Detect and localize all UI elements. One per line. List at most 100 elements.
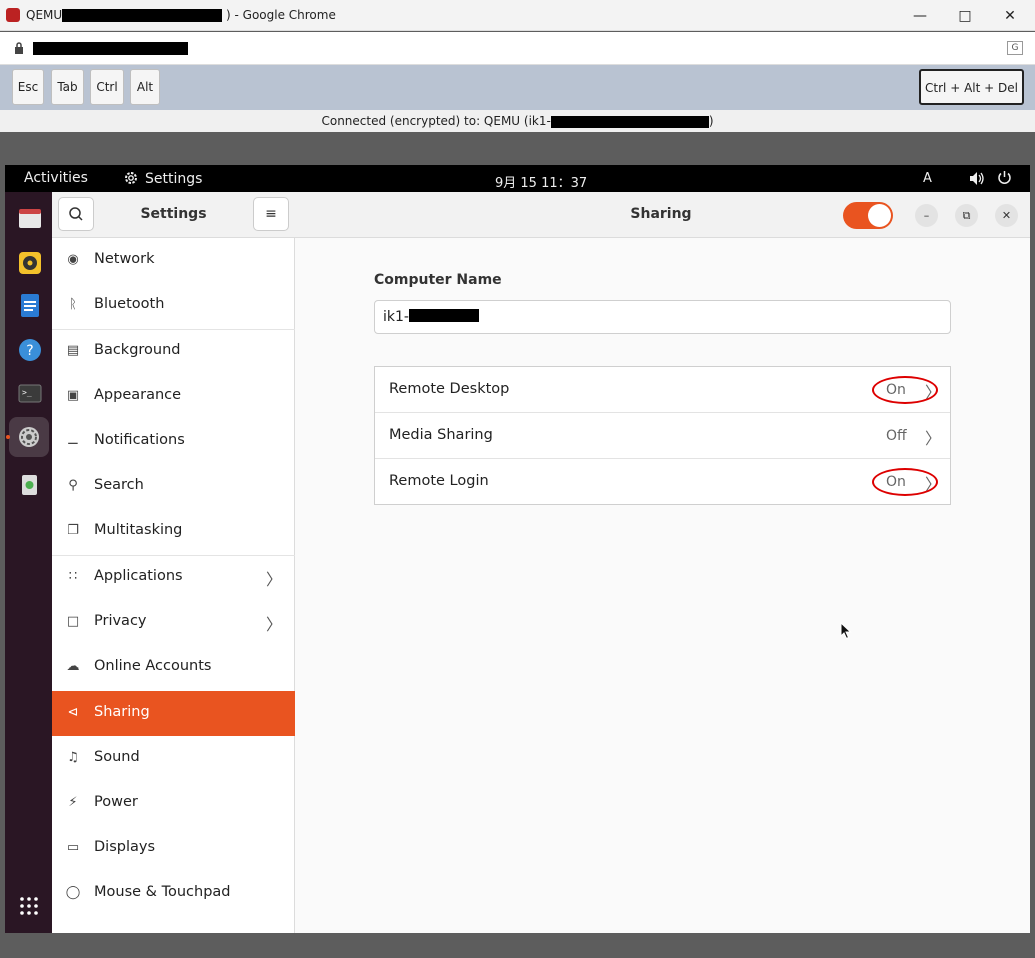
row-label: Remote Login [389,473,489,489]
terminal-icon[interactable]: >_ [9,373,49,413]
mouse-icon: ◯ [65,885,81,900]
vnc-key-bar: Esc Tab Ctrl Alt Ctrl + Alt + Del [0,65,1035,110]
sidebar-item-power[interactable]: ⚡ Power [52,781,295,826]
sidebar-item-multitasking[interactable]: ❐ Multitasking [52,509,295,554]
sidebar-item-notifications[interactable]: ⚊ Notifications [52,419,295,464]
sidebar-item-label: Sound [94,749,140,765]
trash-icon[interactable] [9,464,49,504]
volume-icon[interactable] [969,171,985,186]
sidebar-item-privacy[interactable]: □ Privacy 〉 [52,600,295,645]
redaction-box [62,9,222,22]
gear-icon [125,172,137,184]
share-icon: ⊲ [67,705,79,720]
sidebar-item-sound[interactable]: ♫ Sound [52,736,295,781]
clock[interactable]: 9月 15 11：37 [495,172,587,191]
sharing-list: Remote Desktop On 〉 Media Sharing Off 〉 … [374,366,951,505]
sidebar-item-applications[interactable]: ∷ Applications 〉 [52,555,295,600]
sidebar-item-sharing[interactable]: ⊲ Sharing [52,691,295,736]
translate-icon[interactable]: G [1007,41,1023,55]
display-icon: ▭ [66,840,80,855]
sidebar-item-label: Bluetooth [94,296,165,312]
sidebar-item-label: Displays [94,839,156,855]
redaction-box [33,42,188,55]
files-icon[interactable] [9,199,49,239]
ctrl-key-button[interactable]: Ctrl [90,69,124,105]
qemu-app-icon [6,8,20,22]
sidebar-item-label: Multitasking [94,522,183,538]
running-indicator [6,435,10,439]
app-menu[interactable]: Settings [123,170,202,187]
app-menu-label: Settings [145,171,203,187]
input-method-indicator[interactable]: A [923,171,932,186]
sidebar-item-search[interactable]: ⚲ Search [52,464,295,509]
maximize-icon[interactable]: □ [945,4,985,28]
sidebar-item-background[interactable]: ▤ Background [52,329,295,374]
ctrl-alt-del-button[interactable]: Ctrl + Alt + Del [919,69,1024,105]
search-icon: ⚲ [68,478,78,493]
remote-desktop-row[interactable]: Remote Desktop On 〉 [375,367,950,413]
browser-title-prefix: QEMU [26,8,63,22]
rhythmbox-icon[interactable] [9,242,49,282]
background-icon: ▤ [66,343,80,358]
sidebar-item-label: Appearance [94,387,182,403]
connection-status: Connected (encrypted) to: QEMU (ik1-) [0,110,1035,132]
redaction-box [408,309,479,322]
sidebar-item-label: Applications [94,568,183,584]
appearance-icon: ▣ [66,388,80,403]
maximize-icon: ⧉ [962,209,971,222]
remote-login-row[interactable]: Remote Login On 〉 [375,459,950,505]
redaction-box [550,115,709,128]
alt-key-button[interactable]: Alt [130,69,160,105]
media-sharing-row[interactable]: Media Sharing Off 〉 [375,413,950,459]
sidebar-item-label: Sharing [94,704,150,720]
lock-icon [15,42,23,54]
sidebar-item-appearance[interactable]: ▣ Appearance [52,374,295,419]
lock-icon: □ [66,614,80,629]
sidebar-item-mouse-touchpad[interactable]: ◯ Mouse & Touchpad [52,871,295,916]
tab-key-button[interactable]: Tab [51,69,84,105]
power-icon: ⚡ [68,795,78,810]
sidebar-item-network[interactable]: ◉ Network [52,238,295,283]
svg-text:>_: >_ [22,388,32,397]
hamburger-icon: ≡ [265,206,277,222]
settings-window: Settings ≡ ◉ Network ᚱ Bluetooth ▤ Backg… [52,192,1030,933]
window-close-button[interactable]: ✕ [995,204,1018,227]
sidebar-item-label: Online Accounts [94,658,212,674]
vm-screen[interactable]: Activities Settings 9月 15 11：37 A ? >_ S… [5,165,1030,933]
close-icon: ✕ [1001,209,1012,222]
annotation-circle [872,468,938,496]
svg-text:?: ? [26,343,33,359]
help-icon[interactable]: ? [9,329,49,369]
row-status: Off [886,428,907,444]
browser-title-suffix: ) - Google Chrome [226,8,336,22]
minimize-icon: – [923,209,930,222]
sidebar-item-label: Background [94,342,181,358]
bluetooth-icon: ᚱ [69,297,77,312]
annotation-circle [872,376,938,404]
activities-button[interactable]: Activities [24,170,88,186]
chevron-right-icon: 〉 [266,615,283,634]
app-grid-icon[interactable] [9,886,49,926]
sidebar-item-bluetooth[interactable]: ᚱ Bluetooth [52,283,295,328]
power-icon[interactable] [997,170,1012,185]
sidebar-item-online-accounts[interactable]: ☁ Online Accounts [52,645,295,690]
chevron-right-icon: 〉 [925,429,942,448]
music-note-icon: ♫ [67,750,79,765]
computer-name-field[interactable]: ik1- [374,300,951,334]
sidebar-item-label: Privacy [94,613,147,629]
sidebar-item-displays[interactable]: ▭ Displays [52,826,295,871]
settings-dock-icon[interactable] [9,417,49,457]
sharing-toggle[interactable] [843,202,893,229]
window-maximize-button[interactable]: ⧉ [955,204,978,227]
esc-key-button[interactable]: Esc [12,69,44,105]
row-label: Media Sharing [389,427,493,443]
window-minimize-button[interactable]: – [915,204,938,227]
dock: ? >_ [5,192,52,933]
main-header: Sharing – ⧉ ✕ [295,192,1030,238]
writer-icon[interactable] [9,285,49,325]
address-bar[interactable]: G [0,32,1035,65]
hamburger-menu-button[interactable]: ≡ [253,197,289,231]
close-icon[interactable]: ✕ [990,4,1030,28]
browser-title-bar: QEMU ) - Google Chrome — □ ✕ [0,0,1035,31]
minimize-icon[interactable]: — [900,4,940,28]
